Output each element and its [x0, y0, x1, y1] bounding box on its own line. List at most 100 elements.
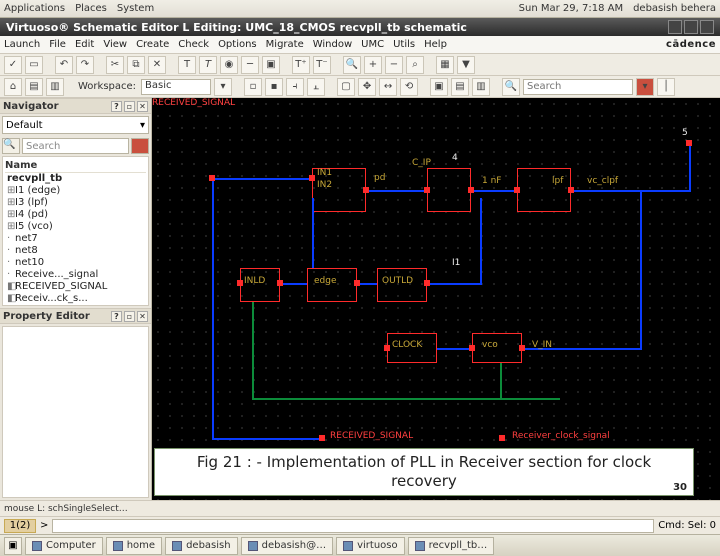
panels-button[interactable]: ▥ [46, 78, 64, 96]
cmd-prompt[interactable]: 1(2) [4, 519, 36, 533]
workspace-save-button[interactable]: ▾ [214, 78, 232, 96]
menu-file[interactable]: File [49, 39, 66, 50]
places-menu[interactable]: Places [75, 3, 107, 14]
menu-check[interactable]: Check [178, 39, 209, 50]
tree-item[interactable]: ·net8 [5, 245, 146, 257]
rotate-button[interactable]: ⟲ [400, 78, 418, 96]
menu-migrate[interactable]: Migrate [266, 39, 304, 50]
move-button[interactable]: ✥ [358, 78, 376, 96]
menu-umc[interactable]: UMC [361, 39, 384, 50]
menu-edit[interactable]: Edit [75, 39, 94, 50]
config-button[interactable]: ▤ [25, 78, 43, 96]
task-terminal[interactable]: debasish@… [241, 537, 334, 555]
tree-item[interactable]: ⊞I5 (vco) [5, 221, 146, 233]
stretch-button[interactable]: ↔ [379, 78, 397, 96]
zoom-sel-button[interactable]: ⌕ [406, 56, 424, 74]
zoom-fit-button[interactable]: 🔍 [343, 56, 361, 74]
pin-button[interactable]: ◉ [220, 56, 238, 74]
sel-net-button[interactable]: ▤ [451, 78, 469, 96]
hierarchy-button[interactable]: ▦ [436, 56, 454, 74]
tree-root[interactable]: recvpll_tb [5, 173, 146, 185]
home-button[interactable]: ⌂ [4, 78, 22, 96]
grid-button[interactable]: ▪ [265, 78, 283, 96]
pin [424, 187, 430, 193]
block-cap[interactable] [427, 168, 471, 212]
menu-utils[interactable]: Utils [393, 39, 415, 50]
descend-button[interactable]: ▼ [457, 56, 475, 74]
menu-window[interactable]: Window [313, 39, 352, 50]
schematic-canvas[interactable]: IN1 IN2 pd C_IP 4 1 nF lpf vc_clpf 5 INL… [152, 98, 720, 500]
system-menu[interactable]: System [117, 3, 154, 14]
property-undock-icon[interactable]: ▫ [124, 311, 135, 322]
label-clock: CLOCK [392, 340, 422, 350]
property-close-icon[interactable]: ✕ [137, 311, 148, 322]
select-button[interactable]: ▢ [337, 78, 355, 96]
task-debasish[interactable]: debasish [165, 537, 238, 555]
sel-inst-button[interactable]: ▥ [472, 78, 490, 96]
pin [686, 140, 692, 146]
user-menu[interactable]: debasish behera [633, 3, 716, 14]
wire-button[interactable]: ─ [241, 56, 259, 74]
open-button[interactable]: ▭ [25, 56, 43, 74]
check-save-button[interactable]: ✓ [4, 56, 22, 74]
delete-button[interactable]: ✕ [148, 56, 166, 74]
navigator-filter-combo[interactable]: Default ▾ [2, 116, 149, 134]
tree-item[interactable]: ⊞I3 (lpf) [5, 197, 146, 209]
instance-button[interactable]: ▣ [262, 56, 280, 74]
menu-options[interactable]: Options [218, 39, 257, 50]
search-go-button[interactable]: ▾ [636, 78, 654, 96]
command-input[interactable] [52, 519, 654, 533]
tree-item[interactable]: ·net7 [5, 233, 146, 245]
menu-help[interactable]: Help [424, 39, 447, 50]
menu-launch[interactable]: Launch [4, 39, 40, 50]
tree-item[interactable]: ◧RECEIVE..._IP... [5, 305, 146, 306]
block-lpf[interactable] [517, 168, 571, 212]
property-editor-body[interactable] [2, 326, 149, 498]
task-computer[interactable]: Computer [25, 537, 103, 555]
navigator-undock-icon[interactable]: ▫ [124, 101, 135, 112]
show-desktop-button[interactable]: ▣ [4, 537, 22, 555]
menu-view[interactable]: View [103, 39, 127, 50]
hsep-button[interactable]: │ [657, 78, 675, 96]
minimize-button[interactable] [668, 20, 682, 34]
text-style-button[interactable]: T [199, 56, 217, 74]
label-receiver-clock-signal: Receiver_clock_signal [512, 431, 610, 441]
close-button[interactable] [700, 20, 714, 34]
tree-item[interactable]: ◧RECEIVED_SIGNAL [5, 281, 146, 293]
task-home[interactable]: home [106, 537, 162, 555]
cut-button[interactable]: ✂ [106, 56, 124, 74]
applications-menu[interactable]: Applications [4, 3, 65, 14]
navigator-help-icon[interactable]: ? [111, 101, 122, 112]
toolbar-search-input[interactable] [523, 79, 633, 95]
redo-button[interactable]: ↷ [76, 56, 94, 74]
pin [469, 345, 475, 351]
tree-column-header: Name [5, 159, 146, 173]
sel-filter-button[interactable]: ▣ [430, 78, 448, 96]
snap-button[interactable]: ▫ [244, 78, 262, 96]
copy-button[interactable]: ⧉ [127, 56, 145, 74]
navigator-search-input[interactable]: Search [22, 138, 129, 154]
navigator-close-icon[interactable]: ✕ [137, 101, 148, 112]
task-recvpll[interactable]: recvpll_tb… [408, 537, 495, 555]
text-plus-button[interactable]: T⁺ [292, 56, 310, 74]
tree-item[interactable]: ⊞I1 (edge) [5, 185, 146, 197]
navigator-tree[interactable]: Name recvpll_tb ⊞I1 (edge) ⊞I3 (lpf) ⊞I4… [2, 156, 149, 306]
label-received-signal: RECEIVED_SIGNAL [330, 431, 413, 441]
text-minus-button[interactable]: T⁻ [313, 56, 331, 74]
maximize-button[interactable] [684, 20, 698, 34]
menu-create[interactable]: Create [136, 39, 169, 50]
undo-button[interactable]: ↶ [55, 56, 73, 74]
zoom-out-button[interactable]: − [385, 56, 403, 74]
distribute-button[interactable]: ⫠ [307, 78, 325, 96]
tree-item[interactable]: ·Receive..._signal [5, 269, 146, 281]
tree-item[interactable]: ◧Receiv...ck_s... [5, 293, 146, 305]
zoom-in-button[interactable]: + [364, 56, 382, 74]
tree-item[interactable]: ⊞I4 (pd) [5, 209, 146, 221]
tree-item[interactable]: ·net10 [5, 257, 146, 269]
text-annotate-button[interactable]: T [178, 56, 196, 74]
property-help-icon[interactable]: ? [111, 311, 122, 322]
navigator-search-go-button[interactable] [131, 138, 149, 154]
align-button[interactable]: ⫞ [286, 78, 304, 96]
task-virtuoso[interactable]: virtuoso [336, 537, 405, 555]
workspace-combo[interactable]: Basic [141, 79, 211, 95]
